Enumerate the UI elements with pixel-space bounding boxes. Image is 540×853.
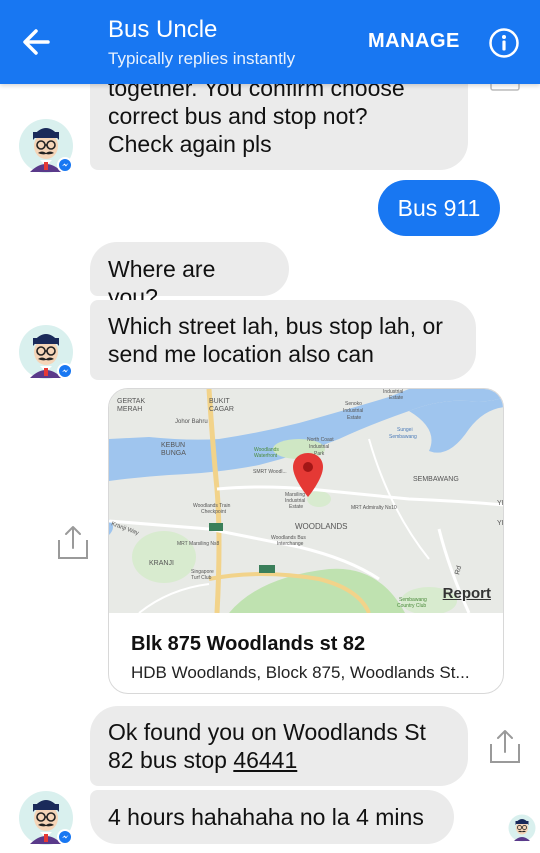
chat-header: Bus Uncle Typically replies instantly MA… xyxy=(0,0,540,84)
bot-message[interactable]: Ok found you on Woodlands St 82 bus stop… xyxy=(90,706,468,786)
bot-message[interactable]: together. You confirm choose correct bus… xyxy=(90,84,468,170)
map-label: MRT Admiralty Ns10 xyxy=(351,505,397,511)
map-label: CAGAR xyxy=(209,406,234,413)
map-label: Turf Club xyxy=(191,575,212,581)
map-label: SMRT Woodl... xyxy=(253,469,287,475)
road-badge xyxy=(259,565,275,573)
info-icon[interactable] xyxy=(488,27,520,59)
road-badge xyxy=(209,523,223,531)
map-label: YI xyxy=(497,520,504,527)
map-label: GERTAK xyxy=(117,398,145,405)
share-icon[interactable] xyxy=(488,728,522,764)
message-line: Which street lah, bus stop lah, or xyxy=(108,313,443,339)
message-text: Bus 911 xyxy=(397,194,481,221)
bus-uncle-avatar[interactable] xyxy=(18,324,74,380)
read-receipt-avatar xyxy=(508,814,536,842)
location-card[interactable]: GERTAK MERAH BUKIT CAGAR Johor Bahru KEB… xyxy=(108,388,504,694)
map-label: MRT Marsiling Ns8 xyxy=(177,541,220,547)
share-icon[interactable] xyxy=(56,524,90,560)
bus-stop-link[interactable]: 46441 xyxy=(233,747,297,773)
map-label: BUNGA xyxy=(161,450,186,457)
map-label: SEMBAWANG xyxy=(413,476,459,483)
map-label: Interchange xyxy=(277,541,304,547)
map-label: YI xyxy=(497,500,504,507)
message-list[interactable]: together. You confirm choose correct bus… xyxy=(0,84,540,853)
bus-uncle-avatar[interactable] xyxy=(18,118,74,174)
attachment-thumb-icon xyxy=(490,84,520,91)
message-line: correct bus and stop not? xyxy=(108,103,368,129)
message-line: Ok found you on Woodlands St xyxy=(108,719,426,745)
bus-uncle-avatar[interactable] xyxy=(18,790,74,846)
map-label: Estate xyxy=(289,504,303,510)
map-label: Sungei xyxy=(397,427,413,433)
back-arrow-icon[interactable] xyxy=(18,24,58,60)
map-label: Waterfront xyxy=(254,453,278,459)
map-label: Estate xyxy=(347,415,361,421)
message-line: 4 hours hahahaha no la 4 mins xyxy=(108,804,424,830)
map-label: KEBUN xyxy=(161,442,185,449)
map-label: Industrial xyxy=(309,444,329,450)
conversation-status: Typically replies instantly xyxy=(108,49,296,68)
user-message[interactable]: Bus 911 xyxy=(378,180,500,236)
manage-button[interactable]: MANAGE xyxy=(368,30,460,53)
location-address: HDB Woodlands, Block 875, Woodlands St..… xyxy=(131,663,470,682)
message-line: send me location also can xyxy=(108,341,374,367)
message-line: Check again pls xyxy=(108,131,272,157)
conversation-title[interactable]: Bus Uncle xyxy=(108,16,217,44)
bot-message[interactable]: 4 hours hahahaha no la 4 mins xyxy=(90,790,454,844)
map-label: KRANJI xyxy=(149,560,174,567)
map-label: Estate xyxy=(389,395,403,401)
message-line-text: 82 bus stop xyxy=(108,747,234,773)
bot-message[interactable]: Where are you? xyxy=(90,242,289,310)
map-preview[interactable]: GERTAK MERAH BUKIT CAGAR Johor Bahru KEB… xyxy=(109,389,504,613)
map-label: Checkpoint xyxy=(201,509,227,515)
location-name: Blk 875 Woodlands st 82 xyxy=(131,633,366,655)
map-label: Industrial xyxy=(343,408,363,414)
map-label: WOODLANDS xyxy=(295,522,347,531)
bot-message[interactable]: Which street lah, bus stop lah, or send … xyxy=(90,300,476,380)
map-report-link[interactable]: Report xyxy=(443,585,491,602)
message-line: together. You confirm choose xyxy=(108,84,405,101)
map-label: North Coast xyxy=(307,437,334,443)
map-label: Senoko xyxy=(345,401,362,407)
map-label: MERAH xyxy=(117,406,142,413)
map-label: Sembawang xyxy=(389,434,417,440)
map-label: Country Club xyxy=(397,603,426,609)
message-line: 82 bus stop 46441 xyxy=(108,746,450,774)
map-label: BUKIT xyxy=(209,398,230,405)
map-label: Johor Bahru xyxy=(175,419,208,425)
